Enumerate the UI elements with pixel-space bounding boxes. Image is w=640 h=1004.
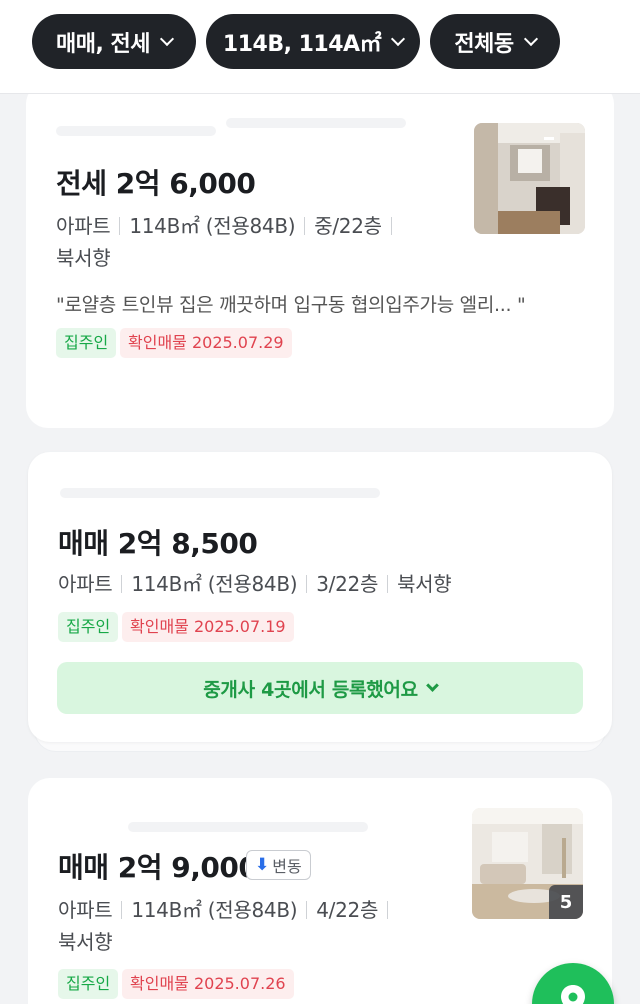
owner-badge: 집주인 [58,612,119,642]
blurred-title-placeholder [56,126,216,136]
property-area: 114B㎡ (전용84B) [131,572,298,596]
divider [121,901,123,919]
listing-meta: 아파트 114B㎡ (전용84B) 4/22층 [58,894,397,926]
divider [119,217,121,235]
agents-expand-button[interactable]: 중개사 4곳에서 등록했어요 [57,662,583,714]
listing-card[interactable]: 전세 2억 6,000 아파트 114B㎡ (전용84B) 중/22층 북서향 "로… [26,82,614,428]
divider [121,575,123,593]
listing-price: 매매 2억 9,000 [58,851,258,884]
price-change-label: 변동 [272,857,302,876]
blurred-title-placeholder [60,488,380,498]
property-direction: 북서향 [58,930,113,954]
property-direction: 북서향 [56,246,111,270]
property-area: 114B㎡ (전용84B) [131,898,298,922]
property-floor: 3/22층 [316,572,379,596]
listing-card[interactable]: 매매 2억 9,000 ⬇ 변동 아파트 114B㎡ (전용84B) 4/22층 북… [28,778,612,1004]
property-type: 아파트 [58,572,113,596]
verified-badge: 확인매물 2025.07.26 [122,969,294,999]
verified-badge: 확인매물 2025.07.29 [120,328,292,358]
listing-meta: 아파트 114B㎡ (전용84B) 중/22층 [56,210,401,242]
blurred-title-placeholder [226,118,406,128]
map-location-button[interactable] [532,963,614,1004]
location-pin-icon [561,985,585,1004]
dong-filter[interactable]: 전체동 [430,14,560,69]
listing-photo[interactable] [474,123,585,234]
verified-badge: 확인매물 2025.07.19 [122,612,294,642]
arrow-down-icon: ⬇ [255,855,270,875]
area-filter[interactable]: 114B, 114A㎡ [206,14,420,69]
property-direction: 북서향 [397,572,452,596]
chevron-down-icon [391,31,406,46]
filter-bar: 매매, 전세 114B, 114A㎡ 전체동 [0,0,640,94]
kitchen-photo [474,123,585,234]
property-floor: 4/22층 [316,898,379,922]
owner-badge: 집주인 [58,969,119,999]
blurred-title-placeholder [128,822,368,832]
property-area: 114B㎡ (전용84B) [129,214,296,238]
divider [387,575,389,593]
price-change-tag: ⬇ 변동 [246,850,311,880]
divider [304,217,306,235]
divider [390,217,392,235]
listing-price: 전세 2억 6,000 [56,167,256,200]
property-type: 아파트 [58,898,113,922]
listing-photo[interactable]: 5 [472,808,583,919]
chevron-down-icon [425,679,439,692]
listing-price: 매매 2억 8,500 [58,527,258,560]
area-filter-label: 114B, 114A㎡ [222,31,382,57]
divider [387,901,389,919]
divider [306,901,308,919]
owner-badge: 집주인 [56,328,117,358]
chevron-down-icon [159,31,175,46]
divider [306,575,308,593]
agents-expand-label: 중개사 4곳에서 등록했어요 [203,678,418,701]
listing-description: "로얄층 트인뷰 집은 깨끗하며 입구동 협의입주가능 엘리... " [56,294,526,316]
trade-type-filter[interactable]: 매매, 전세 [32,14,196,69]
trade-type-filter-label: 매매, 전세 [56,31,150,57]
listing-card[interactable]: 매매 2억 8,500 아파트 114B㎡ (전용84B) 3/22층 북서향 집주인… [28,452,612,742]
dong-filter-label: 전체동 [454,31,514,57]
property-floor: 중/22층 [314,214,382,238]
photo-count-badge: 5 [549,885,583,919]
chevron-down-icon [523,31,538,46]
property-type: 아파트 [56,214,111,238]
listing-meta: 아파트 114B㎡ (전용84B) 3/22층 북서향 [58,568,452,600]
